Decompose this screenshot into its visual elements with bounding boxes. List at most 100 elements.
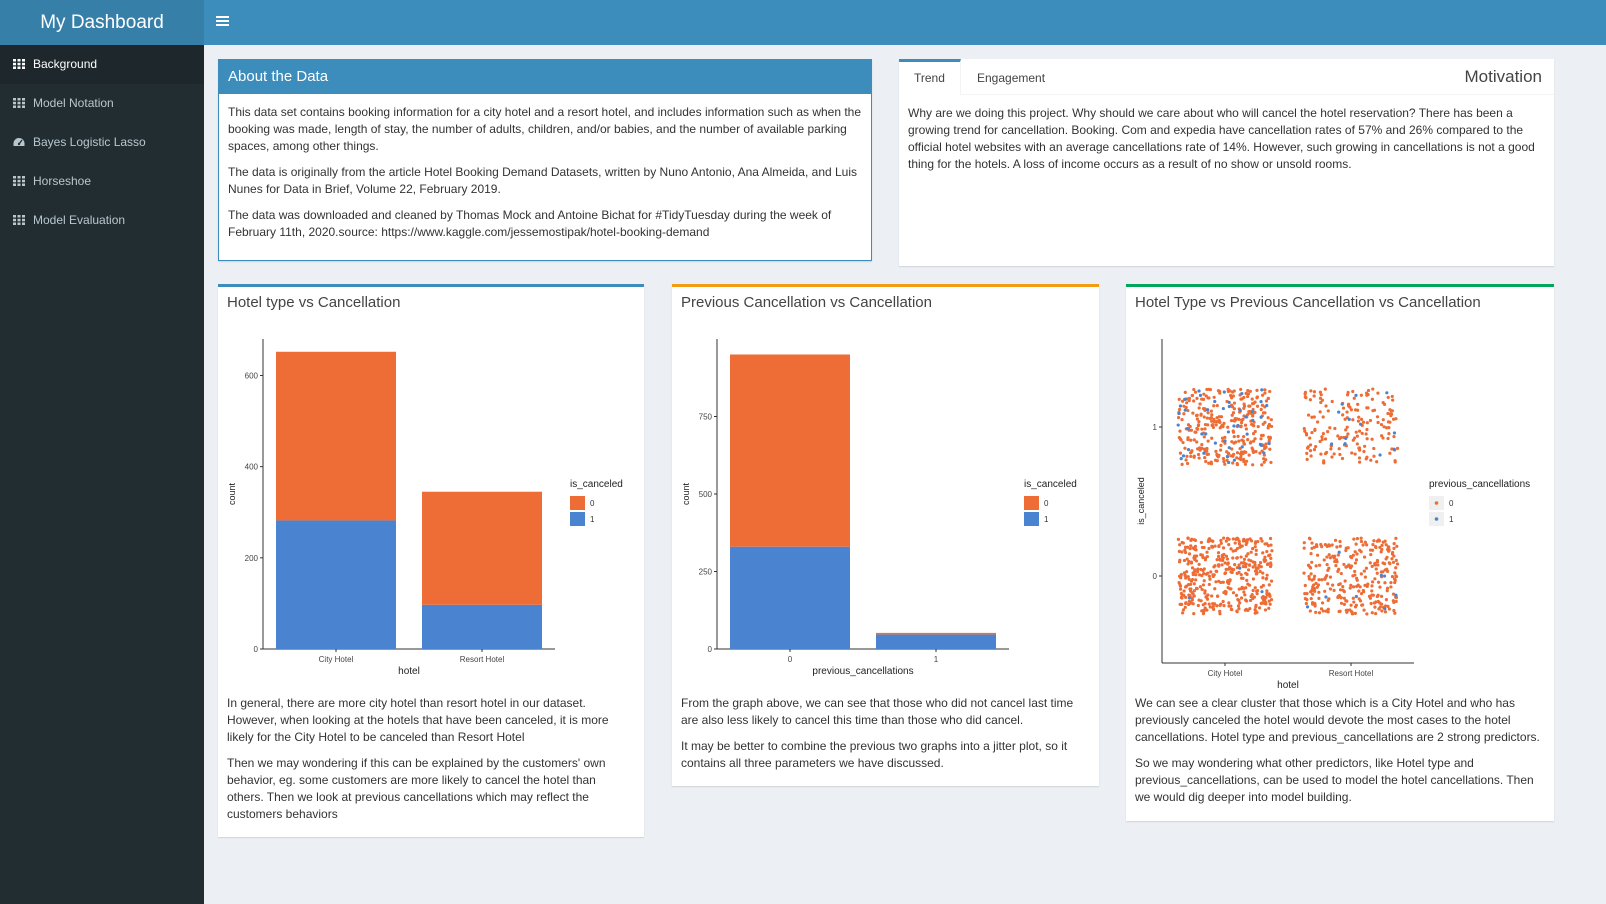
scatter-point bbox=[1304, 601, 1308, 606]
scatter-point bbox=[1269, 460, 1273, 465]
scatter-point bbox=[1219, 443, 1223, 447]
scatter-point bbox=[1201, 583, 1206, 587]
tab-engagement[interactable]: Engagement bbox=[962, 59, 1060, 95]
scatter-point bbox=[1254, 572, 1259, 576]
scatter-point bbox=[1308, 537, 1312, 541]
scatter-point bbox=[1260, 601, 1264, 605]
scatter-point bbox=[1394, 558, 1398, 562]
y-axis-label: is_canceled bbox=[1136, 477, 1146, 525]
scatter-point bbox=[1213, 602, 1217, 606]
scatter-point bbox=[1308, 449, 1313, 453]
scatter-point bbox=[1266, 416, 1270, 420]
scatter-point bbox=[1308, 609, 1312, 613]
y-tick-label: 1 bbox=[1153, 423, 1158, 432]
scatter-point bbox=[1331, 583, 1335, 587]
scatter-point bbox=[1204, 432, 1208, 436]
scatter-point bbox=[1197, 420, 1201, 424]
y-axis-label: count bbox=[681, 482, 691, 505]
hamburger-icon[interactable] bbox=[216, 12, 229, 32]
panel-paragraph: In general, there are more city hotel th… bbox=[227, 696, 609, 744]
scatter-point bbox=[1346, 432, 1350, 436]
x-tick-label: City Hotel bbox=[319, 655, 354, 664]
scatter-point bbox=[1221, 558, 1225, 563]
motivation-title: Motivation bbox=[1464, 67, 1542, 86]
hotel-type-chart: 0 200 400 600 City Hotel Resort Hotel hotel cou… bbox=[227, 339, 623, 677]
scatter-point bbox=[1386, 395, 1390, 400]
scatter-point bbox=[1200, 446, 1204, 450]
scatter-point bbox=[1268, 553, 1272, 557]
scatter-point bbox=[1192, 399, 1196, 403]
bar bbox=[730, 354, 850, 547]
scatter-point bbox=[1192, 387, 1196, 392]
scatter-point bbox=[1262, 457, 1266, 461]
panel-title: Hotel Type vs Previous Cancellation vs C… bbox=[1135, 294, 1481, 311]
scatter-point bbox=[1201, 397, 1206, 401]
scatter-point bbox=[1210, 413, 1214, 417]
scatter-point bbox=[1343, 417, 1347, 421]
scatter-point bbox=[1202, 435, 1206, 439]
scatter-point bbox=[1310, 541, 1314, 545]
scatter-point bbox=[1364, 432, 1368, 436]
scatter-point bbox=[1378, 585, 1382, 589]
scatter-point bbox=[1383, 581, 1387, 585]
scatter-point bbox=[1182, 412, 1186, 416]
scatter-point bbox=[1390, 557, 1394, 561]
scatter-point bbox=[1203, 608, 1207, 612]
sidebar-item-bayes-logistic-lasso[interactable]: Bayes Logistic Lasso bbox=[0, 123, 204, 162]
scatter-point bbox=[1374, 545, 1378, 549]
tab-trend[interactable]: Trend bbox=[899, 59, 961, 95]
scatter-point bbox=[1345, 393, 1350, 397]
scatter-point bbox=[1212, 404, 1216, 408]
scatter-point bbox=[1221, 406, 1225, 411]
scatter-point bbox=[1373, 605, 1377, 609]
scatter-point bbox=[1305, 605, 1310, 609]
previous-cancellation-panel: Previous Cancellation vs Cancellation 0 2… bbox=[672, 284, 1099, 786]
scatter-point bbox=[1354, 430, 1358, 434]
scatter-point bbox=[1309, 389, 1313, 393]
scatter-point bbox=[1345, 425, 1349, 429]
scatter-point bbox=[1264, 399, 1269, 403]
scatter-point bbox=[1305, 451, 1309, 455]
scatter-point bbox=[1243, 593, 1247, 597]
scatter-point bbox=[1344, 548, 1348, 553]
scatter-point bbox=[1244, 607, 1248, 611]
legend-label: 1 bbox=[590, 515, 595, 524]
grid-icon bbox=[13, 59, 25, 69]
scatter-point bbox=[1376, 391, 1380, 395]
scatter-point bbox=[1244, 562, 1248, 566]
scatter-point bbox=[1239, 596, 1244, 600]
scatter-point bbox=[1378, 605, 1382, 609]
scatter-point bbox=[1330, 455, 1334, 459]
scatter-point bbox=[1362, 555, 1367, 559]
scatter-point bbox=[1184, 595, 1188, 599]
scatter-point bbox=[1268, 389, 1272, 394]
scatter-point bbox=[1385, 391, 1389, 395]
scatter-point bbox=[1203, 427, 1207, 431]
scatter-point bbox=[1362, 569, 1366, 573]
scatter-point bbox=[1311, 592, 1315, 596]
scatter-point bbox=[1206, 411, 1210, 415]
scatter-point bbox=[1386, 436, 1390, 441]
legend-swatch bbox=[1024, 496, 1039, 510]
scatter-point bbox=[1243, 423, 1248, 427]
hotel-type-panel: Hotel type vs Cancellation 0 200 400 600 Cit… bbox=[218, 284, 644, 837]
scatter-point bbox=[1390, 550, 1395, 555]
scatter-point bbox=[1309, 454, 1313, 458]
sidebar-item-model-evaluation[interactable]: Model Evaluation bbox=[0, 201, 204, 240]
grid-icon bbox=[13, 215, 25, 225]
y-tick-label: 200 bbox=[245, 554, 259, 563]
scatter-point bbox=[1198, 585, 1203, 589]
brand-logo[interactable]: My Dashboard bbox=[0, 0, 204, 45]
scatter-point bbox=[1371, 409, 1375, 413]
scatter-point bbox=[1358, 548, 1362, 552]
scatter-point bbox=[1350, 451, 1354, 455]
sidebar-item-horseshoe[interactable]: Horseshoe bbox=[0, 162, 204, 201]
scatter-point bbox=[1225, 450, 1229, 454]
scatter-point bbox=[1181, 440, 1185, 445]
panel-paragraph: From the graph above, we can see that th… bbox=[681, 696, 1074, 727]
sidebar-item-background[interactable]: Background bbox=[0, 45, 204, 84]
scatter-point bbox=[1213, 399, 1217, 404]
scatter-point bbox=[1199, 413, 1203, 417]
sidebar-item-model-notation[interactable]: Model Notation bbox=[0, 84, 204, 123]
scatter-point bbox=[1376, 420, 1380, 425]
